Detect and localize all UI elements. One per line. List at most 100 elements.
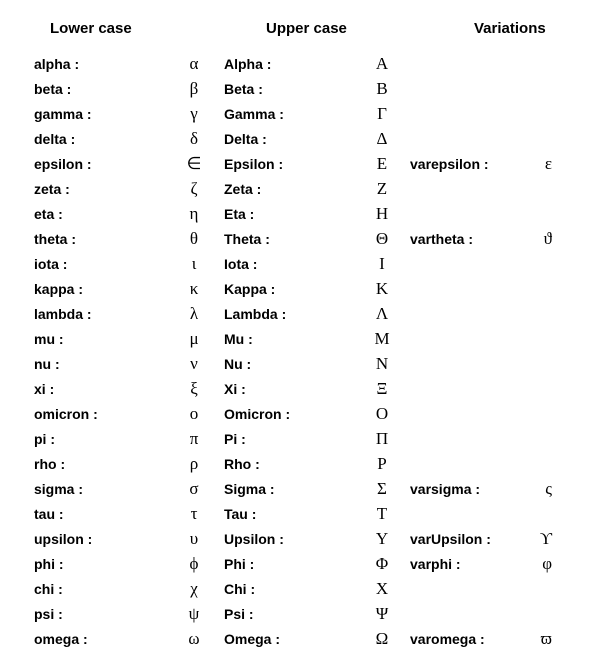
upper-name: Mu : [224,331,354,347]
header-variations: Variations [456,20,578,37]
lower-name: gamma : [34,106,164,122]
upper-name: Xi : [224,381,354,397]
variation-name: varomega : [410,631,522,647]
table-row: eta :ηEta :Η [34,201,578,226]
upper-name: Omicron : [224,406,354,422]
lower-name: pi : [34,431,164,447]
upper-name: Upsilon : [224,531,354,547]
upper-name: Iota : [224,256,354,272]
lower-name: phi : [34,556,164,572]
lower-symbol: ϕ [164,554,224,574]
header-lower-case: Lower case [34,20,250,37]
table-row: omicron :οOmicron :Ο [34,401,578,426]
lower-symbol: β [164,79,224,99]
upper-name: Delta : [224,131,354,147]
lower-symbol: λ [164,304,224,324]
table-row: nu :νNu :Ν [34,351,578,376]
table-row: gamma :γGamma :Γ [34,101,578,126]
lower-symbol: ν [164,354,224,374]
lower-name: kappa : [34,281,164,297]
table-row: epsilon :∈Epsilon :Εvarepsilon :ε [34,151,578,176]
table-row: xi :ξXi :Ξ [34,376,578,401]
lower-name: psi : [34,606,164,622]
lower-symbol: τ [164,504,224,524]
upper-name: Nu : [224,356,354,372]
upper-symbol: Ε [354,154,410,174]
upper-symbol: Λ [354,304,410,324]
lower-symbol: θ [164,229,224,249]
lower-symbol: κ [164,279,224,299]
lower-symbol: ζ [164,179,224,199]
upper-name: Pi : [224,431,354,447]
table-row: chi :χChi :Χ [34,576,578,601]
upper-symbol: Θ [354,229,410,249]
upper-symbol: Σ [354,479,410,499]
lower-symbol: η [164,204,224,224]
table-row: kappa :κKappa :Κ [34,276,578,301]
upper-symbol: Ω [354,629,410,649]
lower-symbol: δ [164,129,224,149]
lower-name: upsilon : [34,531,164,547]
variation-symbol: ε [522,154,552,174]
table-row: omega :ωOmega :Ωvaromega :ϖ [34,626,578,651]
lower-name: nu : [34,356,164,372]
lower-name: xi : [34,381,164,397]
upper-symbol: Ζ [354,179,410,199]
variation-symbol: ς [522,479,552,499]
upper-name: Theta : [224,231,354,247]
variation-name: varUpsilon : [410,531,522,547]
upper-symbol: Τ [354,504,410,524]
lower-name: eta : [34,206,164,222]
upper-name: Chi : [224,581,354,597]
lower-symbol: ω [164,629,224,649]
upper-name: Tau : [224,506,354,522]
upper-name: Eta : [224,206,354,222]
variation-symbol: ϑ [522,229,552,249]
header-upper-case: Upper case [250,20,456,37]
upper-symbol: Δ [354,129,410,149]
table-row: theta :θTheta :Θvartheta :ϑ [34,226,578,251]
lower-name: zeta : [34,181,164,197]
table-body: alpha :αAlpha :Αbeta :βBeta :Βgamma :γGa… [34,51,578,651]
upper-name: Epsilon : [224,156,354,172]
lower-symbol: π [164,429,224,449]
lower-symbol: γ [164,104,224,124]
upper-name: Sigma : [224,481,354,497]
lower-symbol: α [164,54,224,74]
upper-symbol: Γ [354,104,410,124]
table-row: delta :δDelta :Δ [34,126,578,151]
upper-symbol: Κ [354,279,410,299]
upper-name: Rho : [224,456,354,472]
table-row: lambda :λLambda :Λ [34,301,578,326]
lower-symbol: υ [164,529,224,549]
table-row: mu :μMu :Μ [34,326,578,351]
upper-symbol: Ρ [354,454,410,474]
table-row: alpha :αAlpha :Α [34,51,578,76]
lower-name: omicron : [34,406,164,422]
lower-symbol: χ [164,579,224,599]
upper-symbol: Ψ [354,604,410,624]
table-row: beta :βBeta :Β [34,76,578,101]
table-row: iota :ιIota :Ι [34,251,578,276]
upper-symbol: Π [354,429,410,449]
upper-symbol: Α [354,54,410,74]
table-row: upsilon :υUpsilon :ΥvarUpsilon :ϒ [34,526,578,551]
upper-name: Phi : [224,556,354,572]
lower-name: delta : [34,131,164,147]
lower-name: rho : [34,456,164,472]
table-row: phi :ϕPhi :Φvarphi :φ [34,551,578,576]
table-row: psi :ψPsi :Ψ [34,601,578,626]
lower-symbol: σ [164,479,224,499]
lower-symbol: ψ [164,604,224,624]
upper-name: Psi : [224,606,354,622]
upper-name: Lambda : [224,306,354,322]
upper-symbol: Ι [354,254,410,274]
upper-symbol: Β [354,79,410,99]
table-row: tau :τTau :Τ [34,501,578,526]
variation-name: vartheta : [410,231,522,247]
upper-symbol: Ν [354,354,410,374]
table-row: pi :πPi :Π [34,426,578,451]
lower-name: theta : [34,231,164,247]
lower-symbol: ρ [164,454,224,474]
lower-name: omega : [34,631,164,647]
